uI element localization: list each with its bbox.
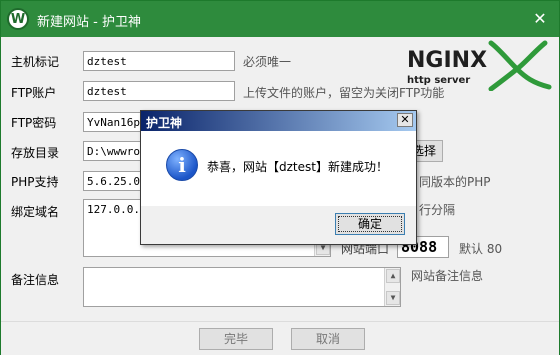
- scroll-down-icon[interactable]: ▼: [386, 291, 400, 305]
- ftp-pass-label: FTP密码: [11, 116, 57, 130]
- scroll-up-icon[interactable]: ▲: [386, 269, 400, 283]
- ok-button[interactable]: 确定: [335, 213, 405, 235]
- host-input[interactable]: dztest: [83, 51, 235, 71]
- title-bar[interactable]: W 新建网站 - 护卫神 ✕: [1, 1, 559, 37]
- success-dialog: 护卫神 ✕ i 恭喜，网站【dztest】新建成功！ 确定: [140, 110, 417, 245]
- note-textarea[interactable]: ▲ ▼: [83, 267, 401, 307]
- ftp-user-label: FTP账户: [11, 86, 57, 100]
- dialog-body: i 恭喜，网站【dztest】新建成功！: [141, 131, 416, 206]
- window-title: 新建网站 - 护卫神: [37, 15, 141, 30]
- host-hint: 必须唯一: [243, 55, 292, 69]
- note-hint: 网站备注信息: [411, 269, 484, 283]
- footer: 完毕 取消: [1, 321, 559, 355]
- cancel-button[interactable]: 取消: [291, 328, 365, 350]
- dialog-message: 恭喜，网站【dztest】新建成功！: [207, 160, 388, 174]
- dialog-title-bar[interactable]: 护卫神 ✕: [141, 111, 416, 131]
- logo-x-mark: [488, 40, 552, 91]
- app-icon: W: [7, 8, 29, 30]
- dialog-close-icon[interactable]: ✕: [397, 113, 413, 127]
- dialog-title: 护卫神: [146, 116, 183, 130]
- dir-label: 存放目录: [11, 146, 60, 160]
- php-hint: 同版本的PHP: [419, 175, 491, 189]
- ftp-user-input[interactable]: dztest: [83, 81, 235, 101]
- domain-value: 127.0.0.1: [87, 203, 147, 216]
- note-scrollbar[interactable]: ▲ ▼: [384, 268, 400, 306]
- close-icon[interactable]: ✕: [529, 9, 551, 29]
- logo-brand: NGINX: [407, 48, 487, 73]
- host-label: 主机标记: [11, 55, 60, 69]
- info-icon: i: [166, 149, 198, 181]
- logo-tagline: http server: [407, 75, 470, 86]
- port-default: 默认 80: [459, 242, 503, 256]
- domain-hint: 行分隔: [419, 203, 456, 217]
- nginx-logo: NGINX http server: [407, 40, 552, 91]
- note-label: 备注信息: [11, 273, 60, 287]
- finish-button[interactable]: 完毕: [199, 328, 273, 350]
- php-label: PHP支持: [11, 175, 59, 189]
- domain-label: 绑定域名: [11, 205, 60, 219]
